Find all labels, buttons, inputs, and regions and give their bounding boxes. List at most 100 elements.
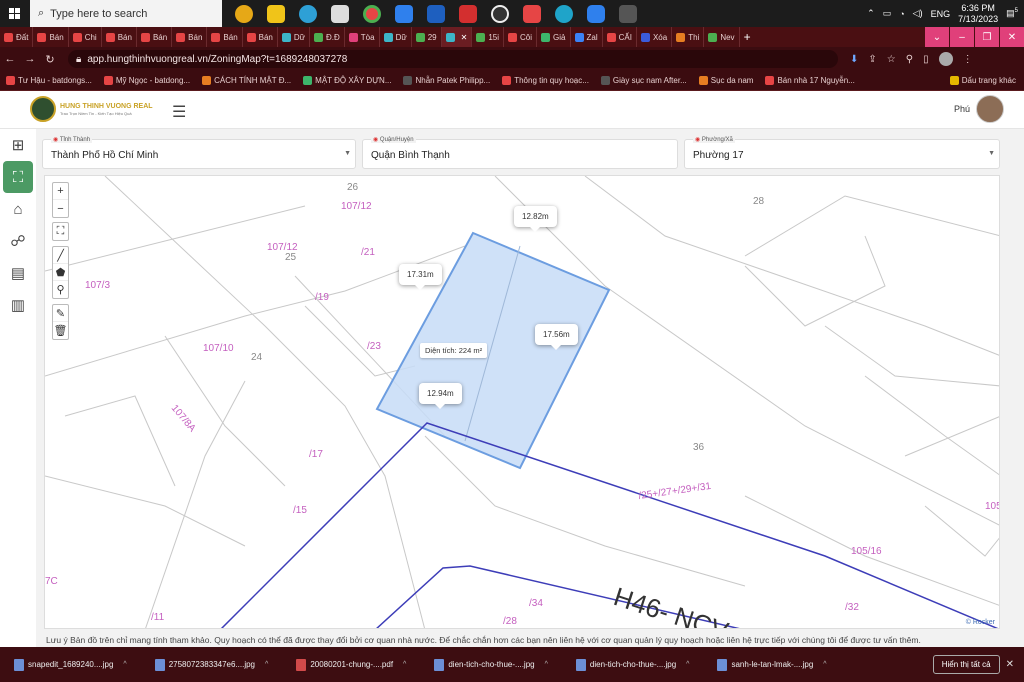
sidepanel-icon[interactable]: ▯: [923, 54, 929, 65]
property-house-icon[interactable]: ⌂: [0, 193, 36, 225]
edge-icon[interactable]: [548, 0, 580, 27]
browser-tab[interactable]: Bán: [172, 27, 208, 47]
taskbar-app-icon[interactable]: [228, 0, 260, 27]
close-icon[interactable]: ✕: [1006, 659, 1014, 670]
chevron-up-icon[interactable]: ^: [403, 661, 406, 668]
download-item[interactable]: dien-tich-cho-thue-....jpg ^: [562, 658, 704, 671]
chevron-up-icon[interactable]: ^: [123, 661, 126, 668]
trash-icon[interactable]: 🗑︎: [53, 322, 68, 339]
clock[interactable]: 6:36 PM 7/13/2023: [958, 3, 998, 25]
taskbar-app-icon[interactable]: [420, 0, 452, 27]
bookmark-item[interactable]: CÁCH TÍNH MẬT Đ...: [202, 76, 291, 85]
download-item[interactable]: snapedit_1689240....jpg ^: [0, 658, 141, 671]
download-item[interactable]: 20080201-chung-....pdf ^: [282, 658, 420, 671]
file-explorer-icon[interactable]: [260, 0, 292, 27]
bookmark-item[interactable]: Mỹ Ngọc - batdong...: [103, 76, 190, 85]
reload-icon[interactable]: ↻: [40, 53, 60, 66]
chevron-up-icon[interactable]: ^: [545, 661, 548, 668]
browser-tab[interactable]: Dữ: [380, 27, 412, 47]
language-indicator[interactable]: ENG: [931, 9, 951, 19]
draw-line-icon[interactable]: ╱: [53, 247, 68, 264]
taskbar-app-icon[interactable]: [516, 0, 548, 27]
browser-tab[interactable]: Bán: [137, 27, 173, 47]
battery-icon[interactable]: ▭: [883, 8, 892, 19]
download-item[interactable]: sanh-le-tan-lmak-....jpg ^: [703, 658, 840, 671]
browser-tab[interactable]: Nev: [704, 27, 740, 47]
profile-avatar[interactable]: [938, 52, 953, 66]
marker-icon[interactable]: ⚲: [53, 281, 68, 298]
browser-tab[interactable]: Giả: [537, 27, 571, 47]
taskbar-app-icon[interactable]: [388, 0, 420, 27]
browser-tab[interactable]: Thi: [672, 27, 705, 47]
calculator-icon[interactable]: [612, 0, 644, 27]
close-icon[interactable]: ✕: [1000, 27, 1024, 47]
bookmark-item[interactable]: Thông tin quy hoạc...: [502, 76, 589, 85]
brand-logo[interactable]: HUNG THINH VUONG REAL Trao Trọn Niềm Tin…: [30, 96, 153, 122]
ward-select[interactable]: ◉ Phường/Xã Phường 17 ▼: [684, 136, 1000, 169]
map-attribution[interactable]: © Rocker: [966, 619, 995, 626]
network-icon[interactable]: ◔: [899, 9, 904, 19]
windows-start-button[interactable]: [0, 0, 30, 27]
dashboard-grid-icon[interactable]: ⊞: [0, 129, 36, 161]
download-item[interactable]: 2758072383347e6....jpg ^: [141, 658, 283, 671]
zoning-map[interactable]: 26 107/12 28 107/12 25/21 107/3/19/23 107/10 24…: [44, 175, 1000, 629]
wps-office-icon[interactable]: [452, 0, 484, 27]
tab-search-icon[interactable]: ⌄: [925, 27, 949, 47]
download-item[interactable]: dien-tich-cho-thue-....jpg ^: [420, 658, 562, 671]
district-select[interactable]: ◉ Quận/Huyện Quận Bình Thạnh: [362, 136, 678, 169]
restore-icon[interactable]: ❐: [975, 27, 999, 47]
notification-icon[interactable]: ▤5: [1006, 8, 1018, 19]
bookmark-item[interactable]: MẬT ĐỘ XÂY DỰN...: [303, 76, 391, 85]
browser-tab[interactable]: Đất: [0, 27, 34, 47]
province-select[interactable]: ◉ Tỉnh Thành Thành Phố Hồ Chí Minh ▼: [42, 136, 356, 169]
zoom-out-icon[interactable]: −: [53, 200, 68, 217]
chevron-up-icon[interactable]: ^: [823, 661, 826, 668]
browser-tab[interactable]: Bán: [33, 27, 69, 47]
bookmark-item[interactable]: Tư Hậu - batdongs...: [6, 76, 92, 85]
zoning-map-icon[interactable]: ⛶: [3, 161, 33, 193]
edit-icon[interactable]: ✎: [53, 305, 68, 322]
media-player-icon[interactable]: [484, 0, 516, 27]
bookmark-item[interactable]: Giày sục nam After...: [600, 76, 687, 85]
browser-tab[interactable]: Bán: [243, 27, 278, 47]
new-tab-button[interactable]: +: [740, 27, 755, 47]
share-icon[interactable]: ⇪: [868, 54, 876, 65]
browser-tab[interactable]: Côi: [504, 27, 538, 47]
download-icon[interactable]: ⬇: [850, 54, 858, 65]
browser-tab[interactable]: Đ.Đ: [310, 27, 345, 47]
tab-close-icon[interactable]: ✕: [461, 33, 468, 42]
edge-icon[interactable]: [292, 0, 324, 27]
forward-icon[interactable]: →: [20, 53, 40, 65]
browser-tab[interactable]: Bán: [207, 27, 243, 47]
taskbar-app-icon[interactable]: [324, 0, 356, 27]
back-icon[interactable]: ←: [0, 53, 20, 65]
chevron-up-icon[interactable]: ^: [686, 661, 689, 668]
hamburger-menu-icon[interactable]: ☰: [172, 102, 186, 122]
browser-tab[interactable]: Xóa: [637, 27, 673, 47]
show-all-downloads-button[interactable]: Hiển thị tất cả: [932, 655, 1000, 674]
chrome-icon[interactable]: [356, 0, 388, 27]
browser-tab[interactable]: Chi: [69, 27, 102, 47]
zalo-icon[interactable]: [580, 0, 612, 27]
extensions-icon[interactable]: ⚲: [906, 54, 913, 65]
volume-icon[interactable]: ◁): [913, 8, 923, 19]
bookmark-item[interactable]: Nhẫn Patek Philipp...: [403, 76, 490, 85]
browser-tab[interactable]: 15i: [472, 27, 505, 47]
listing-card-icon[interactable]: ▤: [0, 257, 36, 289]
browser-tab[interactable]: CẤI: [603, 27, 637, 47]
chevron-up-icon[interactable]: ⌃: [867, 8, 875, 19]
browser-tab[interactable]: Zal: [571, 27, 603, 47]
menu-icon[interactable]: ⋮: [963, 54, 973, 65]
customers-icon[interactable]: ☍: [0, 225, 36, 257]
browser-tab[interactable]: Tòa: [345, 27, 380, 47]
star-icon[interactable]: ☆: [887, 54, 896, 65]
minimize-icon[interactable]: –: [950, 27, 974, 47]
browser-tab[interactable]: Bán: [102, 27, 137, 47]
building-icon[interactable]: ▥: [0, 289, 36, 321]
browser-tab[interactable]: 29: [412, 27, 442, 47]
draw-polygon-icon[interactable]: ⬟: [53, 264, 68, 281]
bookmark-item[interactable]: Sục da nam: [698, 76, 753, 85]
bookmark-item[interactable]: Dấu trang khác: [949, 76, 1016, 85]
bookmark-item[interactable]: Bán nhà 17 Nguyễn...: [765, 76, 855, 85]
taskbar-search-box[interactable]: ⌕ Type here to search: [30, 0, 222, 27]
